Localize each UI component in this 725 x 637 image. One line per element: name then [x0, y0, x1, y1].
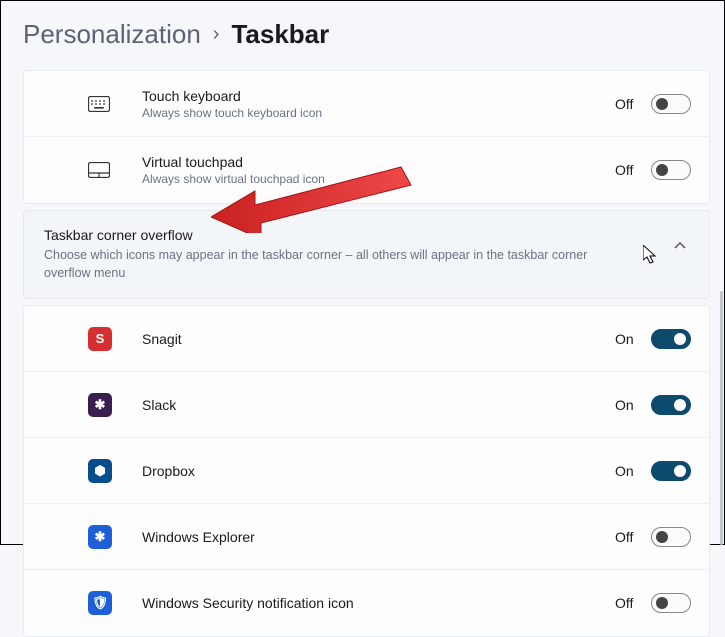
- row-title: Virtual touchpad: [142, 154, 615, 170]
- corner-icons-panel: Touch keyboard Always show touch keyboar…: [23, 70, 710, 204]
- breadcrumb-parent[interactable]: Personalization: [23, 19, 201, 50]
- toggle-slack[interactable]: [651, 395, 691, 415]
- app-icon: ⬢: [88, 459, 122, 483]
- breadcrumb-current: Taskbar: [231, 19, 329, 50]
- overflow-row[interactable]: ✱Windows ExplorerOff: [24, 504, 709, 570]
- chevron-up-icon: [673, 239, 687, 253]
- row-touch-keyboard[interactable]: Touch keyboard Always show touch keyboar…: [24, 71, 709, 137]
- section-taskbar-corner-overflow[interactable]: Taskbar corner overflow Choose which ico…: [23, 210, 710, 299]
- toggle-state-label: Off: [615, 162, 639, 178]
- toggle-state-label: Off: [615, 595, 639, 611]
- toggle-windows-explorer[interactable]: [651, 527, 691, 547]
- keyboard-icon: [88, 96, 122, 112]
- overflow-items-panel: SSnagitOn✱SlackOn⬢DropboxOn✱Windows Expl…: [23, 305, 710, 637]
- toggle-windows-security-notification-icon[interactable]: [651, 593, 691, 613]
- row-subtitle: Always show touch keyboard icon: [142, 106, 615, 120]
- overflow-row[interactable]: 🛡 Windows Security notification iconOff: [24, 570, 709, 636]
- overflow-row[interactable]: ⬢ DropboxOn: [24, 438, 709, 504]
- app-icon: 🛡: [88, 591, 122, 615]
- toggle-snagit[interactable]: [651, 329, 691, 349]
- overflow-row[interactable]: S SnagitOn: [24, 306, 709, 372]
- app-icon: S: [88, 327, 122, 351]
- toggle-state-label: On: [615, 463, 639, 479]
- row-title: Windows Security notification icon: [142, 595, 615, 611]
- toggle-state-label: On: [615, 397, 639, 413]
- row-title: Dropbox: [142, 463, 615, 479]
- section-title: Taskbar corner overflow: [44, 227, 689, 243]
- row-virtual-touchpad[interactable]: Virtual touchpad Always show virtual tou…: [24, 137, 709, 203]
- breadcrumb-separator: ›: [213, 23, 220, 46]
- row-title: Touch keyboard: [142, 88, 615, 104]
- row-title: Slack: [142, 397, 615, 413]
- breadcrumb: Personalization › Taskbar: [23, 19, 710, 50]
- toggle-state-label: On: [615, 331, 639, 347]
- toggle-dropbox[interactable]: [651, 461, 691, 481]
- row-title: Windows Explorer: [142, 529, 615, 545]
- overflow-row[interactable]: ✱ SlackOn: [24, 372, 709, 438]
- toggle-state-label: Off: [615, 529, 639, 545]
- app-icon: ✱: [88, 393, 122, 417]
- touchpad-icon: [88, 162, 122, 178]
- row-subtitle: Always show virtual touchpad icon: [142, 172, 615, 186]
- toggle-virtual-touchpad[interactable]: [651, 160, 691, 180]
- section-subtitle: Choose which icons may appear in the tas…: [44, 247, 624, 282]
- toggle-touch-keyboard[interactable]: [651, 94, 691, 114]
- row-title: Snagit: [142, 331, 615, 347]
- toggle-state-label: Off: [615, 96, 639, 112]
- scrollbar[interactable]: [720, 291, 723, 545]
